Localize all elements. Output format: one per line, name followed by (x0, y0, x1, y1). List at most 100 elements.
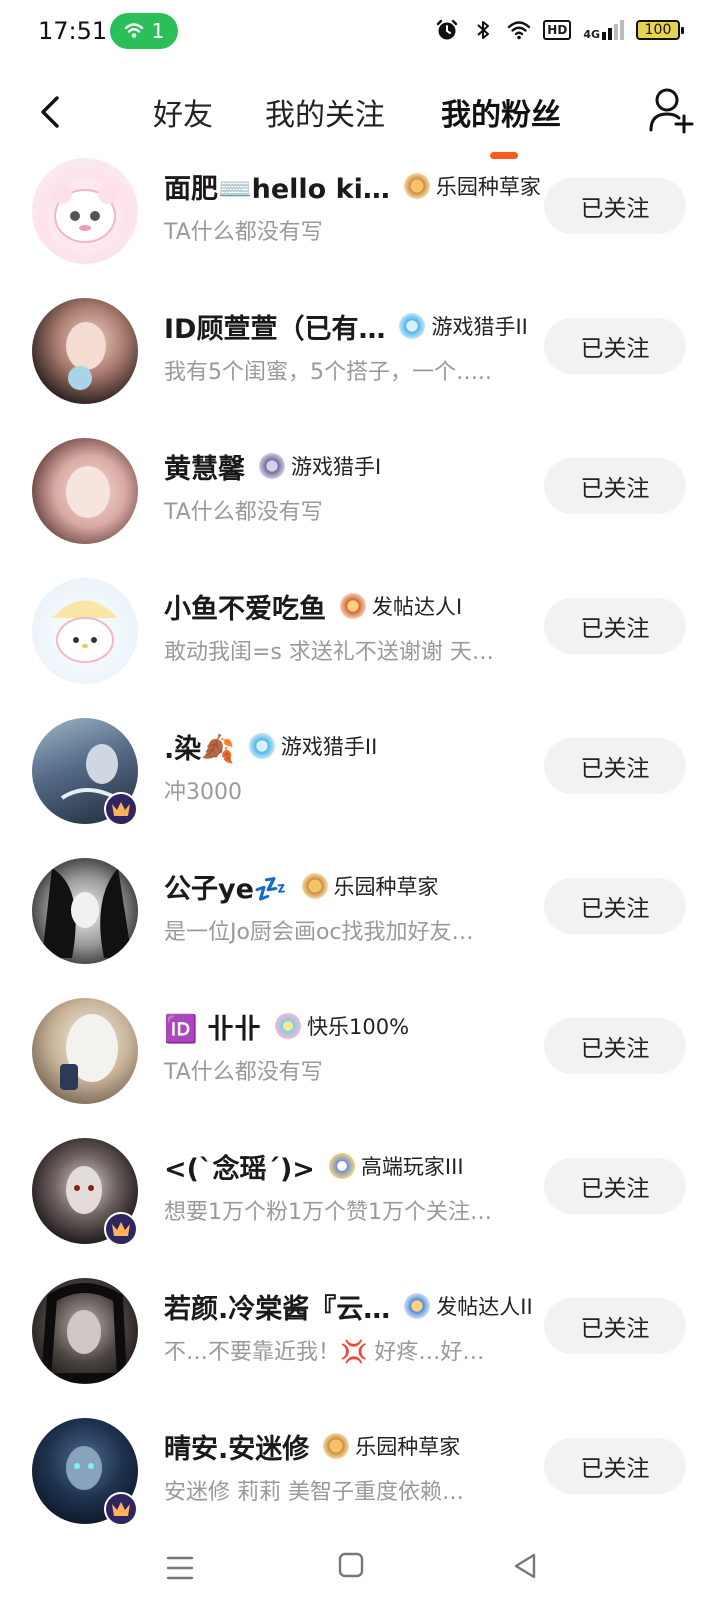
user-name: <(`念瑶´)> (164, 1153, 315, 1185)
back-button[interactable] (30, 90, 70, 134)
avatar[interactable] (32, 858, 138, 964)
followed-button[interactable]: 已关注 (544, 598, 686, 654)
title-badge-label: 高端玩家III (360, 1155, 464, 1179)
title-badge-icon (301, 873, 328, 899)
menu-icon[interactable] (166, 1554, 194, 1582)
avatar[interactable] (32, 578, 138, 684)
hd-indicator: HD (543, 20, 572, 40)
hotspot-indicator: 1 (110, 13, 178, 49)
avatar[interactable] (32, 298, 138, 404)
home-icon[interactable] (338, 1552, 364, 1578)
title-badge-icon (399, 313, 426, 339)
title-badge-label: 乐园种草家 (333, 875, 439, 899)
vip-badge-icon (104, 1212, 138, 1246)
system-nav-bar (0, 1530, 720, 1610)
alarm-icon (437, 19, 458, 40)
followed-button[interactable]: 已关注 (544, 738, 686, 794)
title-badge: 游戏猎手II (399, 311, 528, 341)
list-item[interactable]: 公子ye💤 乐园种草家 是一位Jo厨会画oc找我加好友… 已关注 (0, 858, 720, 998)
avatar[interactable] (32, 438, 138, 544)
list-item[interactable]: 🆔 卝卝 快乐100% TA什么都没有写 已关注 (0, 998, 720, 1138)
user-name: 晴安.安迷修 (164, 1433, 310, 1465)
title-badge-label: 游戏猎手II (431, 315, 528, 339)
user-name: 面肥⌨️hello ki… (164, 173, 390, 205)
battery-indicator: 100 (636, 20, 684, 40)
back-triangle-icon[interactable] (512, 1552, 538, 1580)
user-bio: 不…不要靠近我！💢 好疼…好… (164, 1340, 485, 1365)
tab-fans[interactable]: 我的粉丝 (441, 90, 561, 134)
title-badge-icon (259, 453, 285, 479)
network-type: 4G (583, 28, 600, 41)
user-bio: 安迷修 莉莉 美智子重度依赖… (164, 1480, 464, 1505)
list-item[interactable]: <(`念瑶´)> 高端玩家III 想要1万个粉1万个赞1万个关注… 已关注 (0, 1138, 720, 1278)
list-item[interactable]: ID顾萱萱（已有… 游戏猎手II 我有5个闺蜜，5个搭子，一个….. 已关注 (0, 298, 720, 438)
hotspot-count: 1 (151, 19, 165, 43)
user-bio: 冲3000 (164, 780, 242, 805)
user-name: 黄慧馨 (164, 453, 245, 485)
title-badge-icon (328, 1153, 355, 1179)
list-item[interactable]: .染🍂 游戏猎手II 冲3000 已关注 (0, 718, 720, 858)
title-badge-label: 游戏猎手I (291, 455, 382, 479)
followed-button[interactable]: 已关注 (544, 1158, 686, 1214)
list-item[interactable]: 面肥⌨️hello ki… 乐园种草家 TA什么都没有写 已关注 (0, 158, 720, 298)
vip-badge-icon (104, 792, 138, 826)
title-badge-label: 乐园种草家 (355, 1435, 461, 1459)
user-bio: TA什么都没有写 (164, 500, 323, 525)
user-name: .染🍂 (164, 733, 235, 765)
wifi-icon (508, 21, 531, 40)
title-badge: 乐园种草家 (301, 871, 439, 901)
avatar[interactable] (32, 998, 138, 1104)
user-name: 小鱼不爱吃鱼 (164, 593, 326, 625)
user-bio: 想要1万个粉1万个赞1万个关注… (164, 1200, 492, 1225)
header: 好友 我的关注 我的粉丝 (0, 66, 720, 159)
title-badge: 乐园种草家 (323, 1431, 460, 1461)
hotspot-icon (124, 23, 143, 38)
user-bio: TA什么都没有写 (164, 220, 323, 245)
user-bio: TA什么都没有写 (164, 1060, 323, 1085)
title-badge: 快乐100% (275, 1011, 409, 1041)
list-item[interactable]: 小鱼不爱吃鱼 发帖达人I 敢动我闺=s 求送礼不送谢谢 天… 已关注 (0, 578, 720, 718)
vip-badge-icon (104, 1492, 138, 1526)
list-item[interactable]: 黄慧馨 游戏猎手I TA什么都没有写 已关注 (0, 438, 720, 578)
user-bio: 是一位Jo厨会画oc找我加好友… (164, 920, 474, 945)
list-item[interactable]: 若颜.冷棠酱『云… 发帖达人II 不…不要靠近我！💢 好疼…好… 已关注 (0, 1278, 720, 1418)
avatar[interactable] (32, 158, 138, 264)
user-name: 🆔 卝卝 (164, 1013, 262, 1045)
tab-friends[interactable]: 好友 (153, 90, 213, 134)
title-badge-label: 发帖达人II (436, 1295, 533, 1319)
title-badge: 高端玩家III (328, 1151, 464, 1181)
title-badge: 发帖达人II (404, 1291, 533, 1321)
title-badge-label: 快乐100% (307, 1015, 410, 1039)
title-badge-icon (340, 593, 366, 619)
followed-button[interactable]: 已关注 (544, 1298, 686, 1354)
status-time: 17:51 (38, 17, 108, 45)
user-name: ID顾萱萱（已有… (164, 313, 386, 345)
tab-following[interactable]: 我的关注 (265, 90, 385, 134)
title-badge: 发帖达人I (340, 591, 462, 621)
title-badge-label: 发帖达人I (372, 595, 463, 619)
signal-icon: 4G (583, 20, 624, 40)
status-bar: 17:51 1 HD 4G 100 (0, 0, 720, 66)
user-name: 公子ye💤 (164, 873, 288, 905)
title-badge-label: 乐园种草家 (435, 175, 541, 199)
user-bio: 我有5个闺蜜，5个搭子，一个….. (164, 360, 492, 385)
followed-button[interactable]: 已关注 (544, 458, 686, 514)
title-badge-icon (275, 1013, 302, 1039)
user-name: 若颜.冷棠酱『云… (164, 1293, 391, 1325)
followed-button[interactable]: 已关注 (544, 1018, 686, 1074)
user-bio: 敢动我闺=s 求送礼不送谢谢 天… (164, 640, 494, 665)
followed-button[interactable]: 已关注 (544, 178, 686, 234)
title-badge-label: 游戏猎手II (280, 735, 378, 759)
add-user-icon[interactable] (648, 86, 694, 134)
followed-button[interactable]: 已关注 (544, 878, 686, 934)
title-badge: 游戏猎手II (248, 731, 378, 761)
title-badge-icon (248, 733, 275, 759)
chevron-left-icon (41, 96, 59, 128)
followed-button[interactable]: 已关注 (544, 318, 686, 374)
title-badge: 游戏猎手I (259, 451, 381, 481)
title-badge: 乐园种草家 (403, 171, 541, 201)
bluetooth-icon (477, 21, 490, 39)
followed-button[interactable]: 已关注 (544, 1438, 686, 1494)
title-badge-icon (323, 1433, 350, 1459)
avatar[interactable] (32, 1278, 138, 1384)
